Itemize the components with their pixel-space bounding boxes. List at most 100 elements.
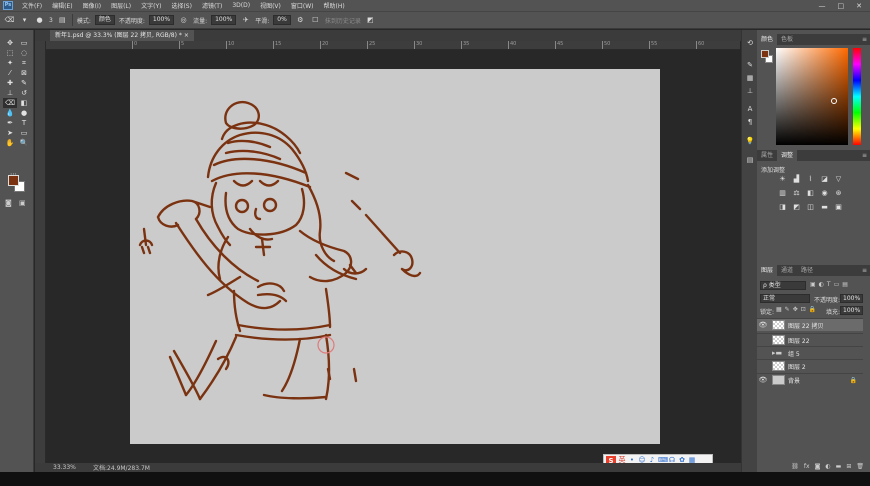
clone-stamp-tool-icon[interactable]: ⊥ [3, 88, 17, 98]
eraser-tool-preset-icon[interactable]: ⌫ [4, 15, 15, 26]
menu-view[interactable]: 视图(V) [255, 1, 286, 10]
hue-slider[interactable] [853, 48, 861, 145]
layer-row[interactable]: ▸▬ 组 5 [757, 346, 863, 359]
color-picker-cursor[interactable] [831, 98, 837, 104]
delete-layer-icon[interactable]: 🗑 [856, 463, 864, 470]
history-panel-icon[interactable]: ⟲ [745, 38, 755, 48]
gradient-map-icon[interactable]: ▬ [819, 202, 830, 213]
artboard-tool-icon[interactable]: ▭ [17, 38, 31, 48]
new-group-icon[interactable]: ▬ [836, 463, 842, 470]
blur-tool-icon[interactable]: 💧 [3, 108, 17, 118]
brush-preset-icon[interactable]: ● [34, 15, 45, 26]
photo-filter-icon[interactable]: ◉ [819, 188, 830, 199]
layer-row[interactable]: 图层 2 [757, 359, 863, 372]
maximize-button[interactable]: □ [838, 2, 845, 10]
color-balance-icon[interactable]: ⚖ [791, 188, 802, 199]
tab-adjustments[interactable]: 调整 [777, 150, 798, 161]
airbrush-icon[interactable]: ✈ [240, 15, 251, 26]
properties-panel-icon[interactable]: ▤ [745, 155, 755, 165]
brush-panel-icon[interactable]: ▤ [57, 15, 68, 26]
document-info[interactable]: 文档:24.9M/283.7M [83, 463, 150, 472]
fill-input[interactable]: 100% [840, 306, 864, 315]
lasso-tool-icon[interactable]: ◌ [17, 48, 31, 58]
filter-pixel-icon[interactable]: ▣ [810, 281, 816, 288]
eyedropper-tool-icon[interactable]: ⁄ [3, 68, 17, 78]
history-brush-tool-icon[interactable]: ↺ [17, 88, 31, 98]
threshold-icon[interactable]: ◫ [805, 202, 816, 213]
chevron-down-icon[interactable]: ▾ [19, 15, 30, 26]
frame-tool-icon[interactable]: ⊠ [17, 68, 31, 78]
pressure-size-icon[interactable]: ◩ [365, 15, 376, 26]
zoom-level[interactable]: 33.33% [35, 464, 83, 471]
screen-mode-icon[interactable]: ▣ [19, 199, 26, 207]
menu-type[interactable]: 文字(Y) [136, 1, 166, 10]
new-layer-icon[interactable]: ⊞ [846, 463, 851, 470]
eraser-tool-icon[interactable]: ⌫ [3, 98, 17, 108]
visibility-eye-icon[interactable]: 👁 [757, 321, 769, 329]
color-picker-field[interactable] [776, 48, 848, 145]
tab-layers[interactable]: 图层 [757, 265, 778, 276]
shape-tool-icon[interactable]: ▭ [17, 128, 31, 138]
gradient-tool-icon[interactable]: ◧ [17, 98, 31, 108]
brush-settings-icon[interactable]: ✎ [745, 60, 755, 70]
layer-row[interactable]: 👁 图层 22 拷贝 [757, 318, 863, 331]
pressure-opacity-icon[interactable]: ◎ [178, 15, 189, 26]
zoom-tool-icon[interactable]: 🔍 [17, 138, 31, 148]
blend-mode-select[interactable]: 正常 [760, 294, 810, 303]
lock-image-icon[interactable]: ✎ [785, 306, 790, 313]
vibrance-icon[interactable]: ▽ [833, 174, 844, 185]
link-layers-icon[interactable]: ⛓ [791, 463, 799, 470]
pen-tool-icon[interactable]: ✒ [3, 118, 17, 128]
tab-properties[interactable]: 属性 [757, 150, 777, 161]
brightness-contrast-icon[interactable]: ☀ [777, 174, 788, 185]
exposure-icon[interactable]: ◪ [819, 174, 830, 185]
selective-color-icon[interactable]: ▣ [833, 202, 844, 213]
channel-mixer-icon[interactable]: ⊛ [833, 188, 844, 199]
marquee-tool-icon[interactable]: ⬚ [3, 48, 17, 58]
lock-transparent-icon[interactable]: ▦ [776, 306, 782, 313]
color-panel-foreground-swatch[interactable] [761, 50, 769, 58]
panel-menu-icon[interactable]: ≡ [862, 150, 870, 161]
flow-input[interactable]: 100% [211, 15, 237, 25]
menu-select[interactable]: 选择(S) [166, 1, 197, 10]
tab-channels[interactable]: 通道 [777, 265, 797, 276]
menu-edit[interactable]: 编辑(E) [47, 1, 77, 10]
magic-wand-tool-icon[interactable]: ✦ [3, 58, 17, 68]
curves-icon[interactable]: ⌇ [805, 174, 816, 185]
new-adjustment-layer-icon[interactable]: ◐ [825, 463, 830, 470]
close-tab-icon[interactable]: × [184, 32, 189, 39]
smooth-input[interactable]: 0% [273, 15, 291, 25]
erase-history-checkbox[interactable]: ☐ [310, 15, 321, 26]
healing-brush-tool-icon[interactable]: ✚ [3, 78, 17, 88]
layer-row[interactable]: 👁 背景 🔒 [757, 373, 863, 386]
layer-filter-select[interactable]: ρ 类型 [760, 281, 806, 290]
info-panel-icon[interactable]: 💡 [745, 136, 755, 146]
opacity-input[interactable]: 100% [148, 15, 175, 25]
type-tool-icon[interactable]: T [17, 118, 31, 128]
add-mask-icon[interactable]: ◙ [815, 463, 821, 470]
paragraph-panel-icon[interactable]: ¶ [745, 117, 755, 127]
move-tool-icon[interactable]: ✥ [3, 38, 17, 48]
filter-shape-icon[interactable]: ▭ [834, 281, 840, 288]
layer-row[interactable]: 图层 22 [757, 333, 863, 346]
close-button[interactable]: ✕ [856, 2, 862, 10]
hue-saturation-icon[interactable]: ▥ [777, 188, 788, 199]
panel-menu-icon[interactable]: ≡ [862, 34, 870, 45]
lock-all-icon[interactable]: 🔒 [809, 306, 816, 313]
lock-position-icon[interactable]: ✥ [793, 306, 798, 313]
mode-select[interactable]: 颜色 [94, 15, 115, 25]
path-selection-tool-icon[interactable]: ➤ [3, 128, 17, 138]
brush-tool-icon[interactable]: ✎ [17, 78, 31, 88]
filter-adjustment-icon[interactable]: ◐ [819, 281, 824, 288]
menu-help[interactable]: 帮助(H) [319, 1, 350, 10]
menu-window[interactable]: 窗口(W) [286, 1, 319, 10]
lock-artboard-icon[interactable]: ⊡ [801, 306, 806, 313]
minimize-button[interactable]: — [819, 2, 826, 10]
panel-menu-icon[interactable]: ≡ [862, 265, 870, 276]
foreground-color-swatch[interactable] [8, 175, 19, 186]
menu-3d[interactable]: 3D(D) [227, 2, 255, 9]
tab-paths[interactable]: 路径 [797, 265, 817, 276]
folder-icon[interactable]: ▸▬ [772, 349, 785, 357]
smoothing-settings-icon[interactable]: ⚙ [295, 15, 306, 26]
dodge-tool-icon[interactable]: ● [17, 108, 31, 118]
